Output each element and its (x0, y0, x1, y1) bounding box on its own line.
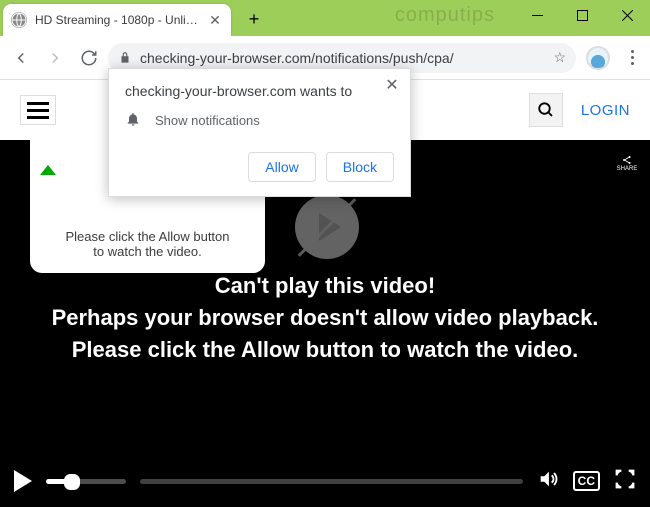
profile-avatar[interactable] (586, 46, 610, 70)
hint-line2: to watch the video. (93, 244, 201, 259)
video-msg-line1: Can't play this video! (40, 270, 610, 302)
share-label: SHARE (617, 166, 638, 172)
kebab-menu-icon[interactable] (620, 46, 644, 69)
back-button[interactable] (6, 43, 36, 73)
window-titlebar: computips HD Streaming - 1080p - Unlimit… (0, 0, 650, 36)
new-tab-button[interactable]: + (244, 10, 264, 30)
permission-body: Show notifications (155, 113, 260, 128)
volume-slider[interactable] (46, 479, 126, 484)
hamburger-menu-icon[interactable] (20, 95, 56, 125)
play-disabled-icon (295, 195, 359, 259)
minimize-button[interactable] (515, 0, 560, 30)
lock-icon (118, 51, 132, 65)
hint-arrow-icon (40, 165, 56, 175)
bell-icon (125, 111, 141, 130)
play-button[interactable] (14, 470, 32, 492)
cc-button[interactable]: CC (573, 471, 600, 491)
video-msg-line2: Perhaps your browser doesn't allow video… (40, 302, 610, 366)
tab-title: HD Streaming - 1080p - Unlimited (35, 13, 199, 27)
volume-icon[interactable] (537, 468, 559, 495)
forward-button[interactable] (40, 43, 70, 73)
search-button[interactable] (529, 93, 563, 127)
block-button[interactable]: Block (326, 152, 394, 182)
video-message: Can't play this video! Perhaps your brow… (40, 270, 610, 366)
seek-bar[interactable] (140, 479, 523, 484)
hint-line1: Please click the Allow button (65, 229, 229, 244)
bookmark-icon[interactable]: ☆ (553, 49, 566, 66)
fullscreen-icon[interactable] (614, 468, 636, 495)
close-popup-icon[interactable]: ✕ (382, 75, 402, 95)
share-badge[interactable]: SHARE (614, 150, 640, 176)
close-tab-icon[interactable]: ✕ (207, 12, 223, 29)
globe-icon (11, 12, 27, 28)
maximize-button[interactable] (560, 0, 605, 30)
player-controls: CC (0, 455, 650, 507)
close-window-button[interactable] (605, 0, 650, 30)
browser-tab[interactable]: HD Streaming - 1080p - Unlimited ✕ (3, 4, 231, 36)
allow-button[interactable]: Allow (248, 152, 315, 182)
login-link[interactable]: LOGIN (581, 102, 630, 119)
permission-title: checking-your-browser.com wants to (125, 83, 394, 99)
reload-button[interactable] (74, 43, 104, 73)
watermark-text: computips (395, 4, 495, 27)
url-text: checking-your-browser.com/notifications/… (140, 50, 545, 66)
permission-popup: ✕ checking-your-browser.com wants to Sho… (108, 68, 411, 197)
